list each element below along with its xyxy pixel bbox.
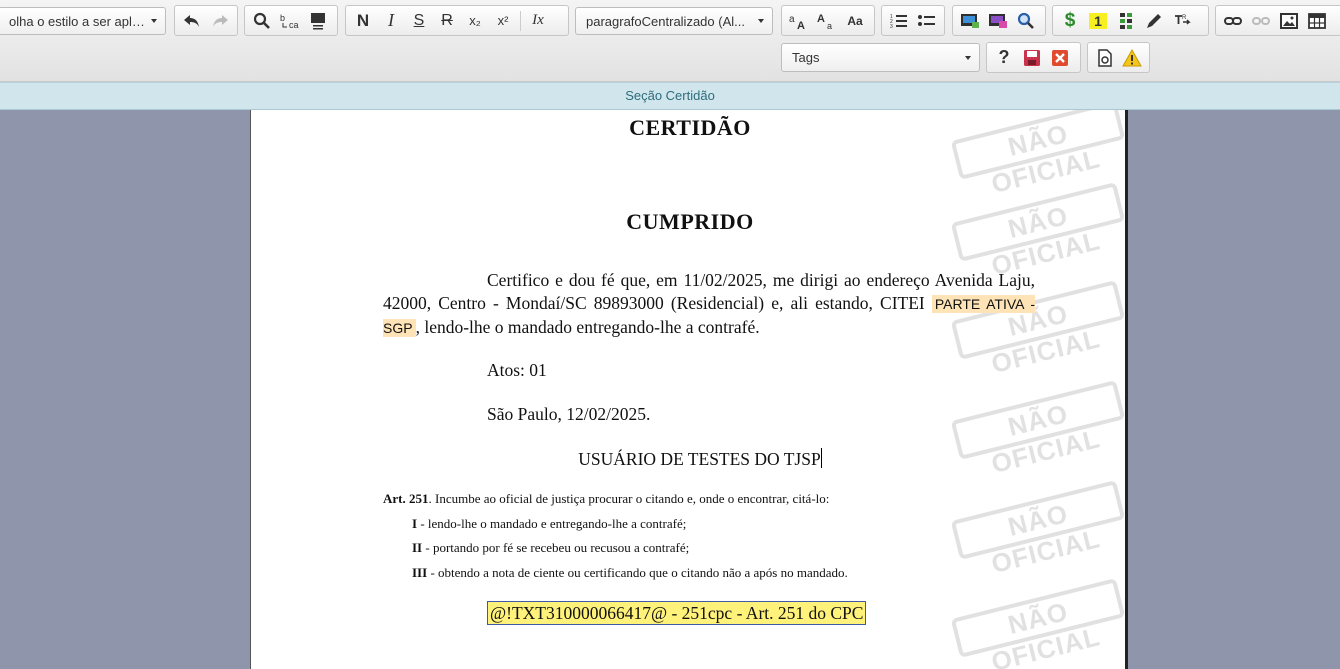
underline-button[interactable]: S [406,9,432,33]
item-text: - obtendo a nota de ciente ou certifican… [427,565,848,580]
clear-format-label: Ix [532,12,544,28]
tags-select-value: Tags [792,50,820,65]
paragraph-format-select[interactable]: paragrafoCentralizado (Al... [575,7,773,35]
highlight-number-label: 1 [1089,12,1107,29]
subscript-label: x₂ [469,13,481,28]
image-icon[interactable] [1276,9,1302,33]
italic-button[interactable]: I [378,9,404,33]
replace-icon[interactable]: b ca [277,9,303,33]
article-item: II - portando por fé se recebeu ou recus… [412,540,689,556]
insert-group: $ 1 R [1052,5,1209,36]
dollar-icon[interactable]: $ [1057,9,1083,33]
tools-group [952,5,1046,36]
status-group [1087,42,1150,73]
document-title: CERTIDÃO [629,115,751,140]
certificate-paragraph: Certifico e dou fé que, em 11/02/2025, m… [383,269,1035,340]
chevron-down-icon [965,55,971,60]
bold-label: N [356,10,370,30]
article-text: Art. 251. Incumbe ao oficial de justiça … [383,491,829,507]
bullet-list-icon[interactable] [914,9,940,33]
article-body: . Incumbe ao oficial de justiça procurar… [428,491,830,506]
change-case-label: Aa [847,13,863,28]
section-header: Seção Certidão [0,82,1340,110]
close-icon[interactable] [1047,46,1073,70]
article-ref: Art. 251 [383,491,429,506]
list-group: 123 [881,5,945,36]
document-icon[interactable] [1092,46,1118,70]
editor-toolbar: olha o estilo a ser apli... b ca N I S R … [0,0,1340,82]
history-group [174,5,238,36]
strikethrough-button[interactable]: R [434,9,460,33]
numbered-list-icon[interactable]: 123 [886,9,912,33]
superscript-button[interactable]: x² [490,9,516,33]
superscript-label: x² [497,13,509,28]
document-page[interactable]: NÃO OFICIAL NÃO OFICIAL NÃO OFICIAL NÃO … [250,110,1128,669]
paragraph-format-value: paragrafoCentralizado (Al... [586,13,745,29]
item-number: III [412,565,428,580]
svg-text:A: A [817,13,825,25]
subscript-button[interactable]: x₂ [462,9,488,33]
highlight-number-button[interactable]: 1 [1085,9,1111,33]
chevron-down-icon [758,19,764,23]
find-group: b ca [244,5,338,36]
section-title: Seção Certidão [625,88,715,103]
article-item: III - obtendo a nota de ciente ou certif… [412,565,848,581]
media-group [1215,5,1340,36]
undo-icon[interactable] [179,9,205,33]
style-select-value: olha o estilo a ser apli... [9,13,145,29]
document-subtitle: CUMPRIDO [626,209,754,234]
insert-template-icon[interactable] [985,9,1011,33]
item-text: - lendo-lhe o mandado e entregando-lhe a… [417,516,687,531]
bold-button[interactable]: N [350,9,376,33]
clear-format-button[interactable]: Ix [525,9,551,33]
italic-label: I [388,10,394,30]
select-all-icon[interactable] [305,9,331,33]
unlink-icon[interactable] [1248,9,1274,33]
svg-text:a: a [827,21,832,30]
tags-select[interactable]: Tags [781,43,980,72]
redo-icon[interactable] [207,9,233,33]
preview-search-icon[interactable] [1013,9,1039,33]
item-text: - portando por fé se recebeu ou recusou … [422,540,690,555]
style-select[interactable]: olha o estilo a ser apli... [0,7,166,35]
svg-text:A: A [797,20,805,30]
underline-label: S [413,11,425,29]
toolbar-separator [520,10,521,31]
svg-text:a: a [789,14,795,25]
item-number: II [412,540,423,555]
svg-text:b: b [280,13,285,23]
columns-icon[interactable] [1113,9,1139,33]
decrease-font-icon[interactable]: Aa [814,9,840,33]
chevron-down-icon [151,19,157,23]
format-group: N I S R x₂ x² Ix [345,5,569,36]
strikethrough-label: R [441,11,453,29]
font-size-group: aA Aa Aa [781,5,875,36]
increase-font-icon[interactable]: aA [786,9,812,33]
article-item: I - lendo-lhe o mandado e entregando-lhe… [412,516,686,532]
svg-text:3: 3 [890,24,893,29]
actions-group: ? [986,42,1081,73]
paragraph-text-end: , lendo-lhe o mandado entregando-lhe a c… [415,317,760,337]
acts-line: Atos: 01 [487,360,547,380]
save-icon[interactable] [1019,46,1045,70]
svg-text:R: R [1182,15,1187,21]
watermark: NÃO OFICIAL [950,480,1125,579]
template-code-field[interactable]: @!TXT310000066417@ - 251cpc - Art. 251 d… [487,601,867,625]
search-icon[interactable] [249,9,275,33]
link-icon[interactable] [1220,9,1246,33]
pen-icon[interactable] [1141,9,1167,33]
help-icon[interactable]: ? [991,46,1017,70]
insert-field-icon[interactable] [957,9,983,33]
change-case-button[interactable]: Aa [842,9,868,33]
text-direction-icon[interactable]: R [1169,9,1195,33]
signer-name: USUÁRIO DE TESTES DO TJSP [578,449,821,469]
table-icon[interactable] [1304,9,1330,33]
signer-line: USUÁRIO DE TESTES DO TJSP [251,448,1125,470]
place-date-line: São Paulo, 12/02/2025. [487,404,651,424]
svg-text:ca: ca [289,20,299,30]
warning-icon[interactable] [1120,46,1146,70]
watermark: NÃO OFICIAL [950,578,1125,669]
text-cursor [820,448,822,468]
